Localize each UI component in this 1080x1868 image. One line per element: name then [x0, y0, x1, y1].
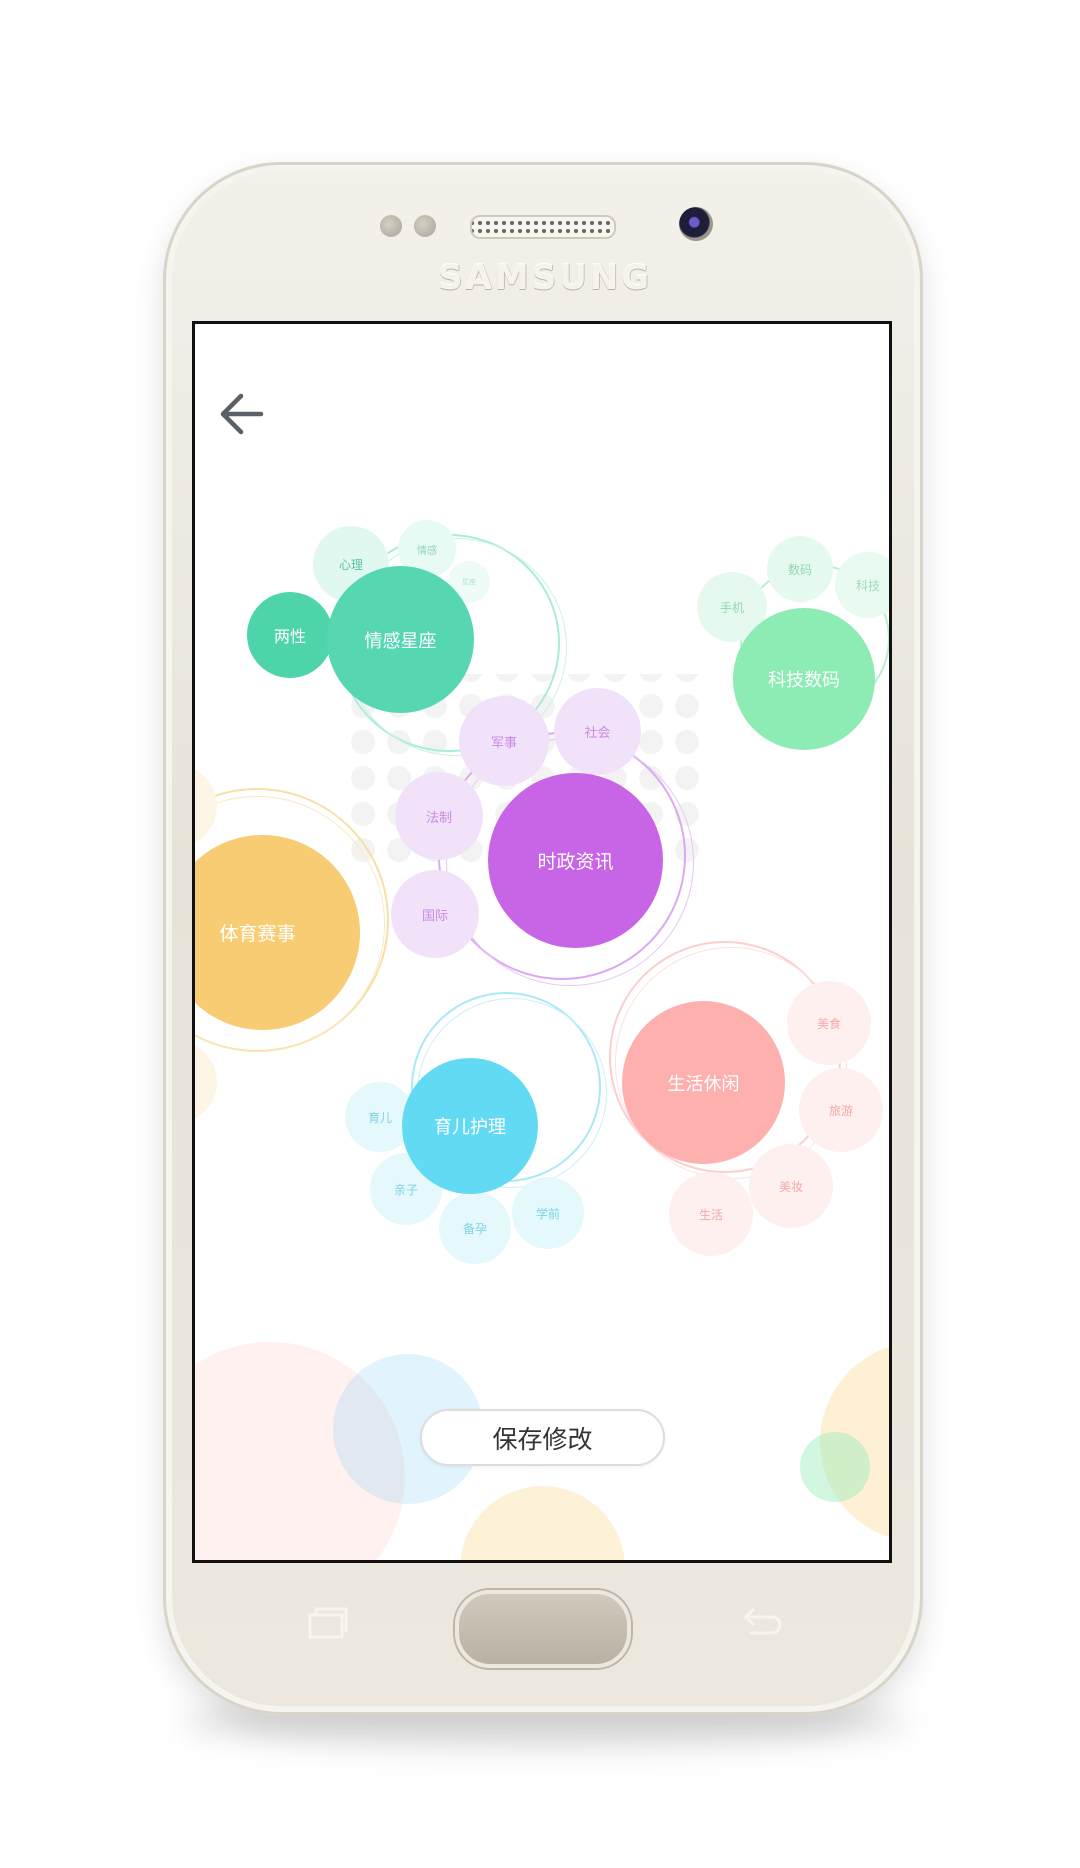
decor-circle-yellow — [460, 1486, 625, 1560]
sub-bubble-guoji[interactable]: 国际 — [391, 870, 479, 958]
app-screen: 心理 情感 星座 两性 情感星座 数码 手机 科技 科技数码 军事 社会 法制 … — [192, 321, 892, 1563]
main-bubble-parenting[interactable]: 育儿护理 — [402, 1058, 538, 1194]
sub-bubble-meishi[interactable]: 美食 — [787, 981, 871, 1065]
sub-bubble-lvyou[interactable]: 旅游 — [799, 1068, 883, 1152]
sub-bubble-meizhuang[interactable]: 美妆 — [749, 1144, 833, 1228]
main-bubble-politics[interactable]: 时政资讯 — [488, 773, 663, 948]
sub-bubble-keji[interactable]: 科技 — [835, 552, 889, 618]
sub-bubble-junshi[interactable]: 军事 — [459, 696, 549, 786]
sub-bubble-sports-bottom[interactable] — [195, 1041, 217, 1123]
back-key-icon[interactable] — [740, 1603, 784, 1643]
sub-bubble-beiyun[interactable]: 备孕 — [439, 1192, 511, 1264]
front-camera — [679, 207, 713, 241]
light-sensor — [414, 215, 436, 237]
save-button[interactable]: 保存修改 — [420, 1409, 665, 1466]
sub-bubble-fazhi[interactable]: 法制 — [395, 772, 483, 860]
arrow-left-icon[interactable] — [211, 384, 271, 444]
sub-bubble-shehui[interactable]: 社会 — [554, 688, 641, 775]
home-button[interactable] — [455, 1590, 631, 1668]
sub-bubble-xueqian[interactable]: 学前 — [512, 1177, 584, 1249]
sub-bubble-liangxing[interactable]: 两性 — [247, 592, 333, 678]
sub-bubble-shenghuo[interactable]: 生活 — [669, 1172, 753, 1256]
main-bubble-life[interactable]: 生活休闲 — [622, 1001, 785, 1164]
proximity-sensor — [380, 215, 402, 237]
sub-bubble-shuma[interactable]: 数码 — [767, 536, 833, 602]
main-bubble-tech[interactable]: 科技数码 — [733, 608, 875, 750]
earpiece-speaker — [470, 215, 616, 239]
recent-apps-icon[interactable] — [306, 1603, 350, 1643]
decor-circle-green — [800, 1432, 870, 1502]
main-bubble-emotion[interactable]: 情感星座 — [327, 566, 474, 713]
brand-logo: SAMSUNG — [438, 258, 653, 298]
